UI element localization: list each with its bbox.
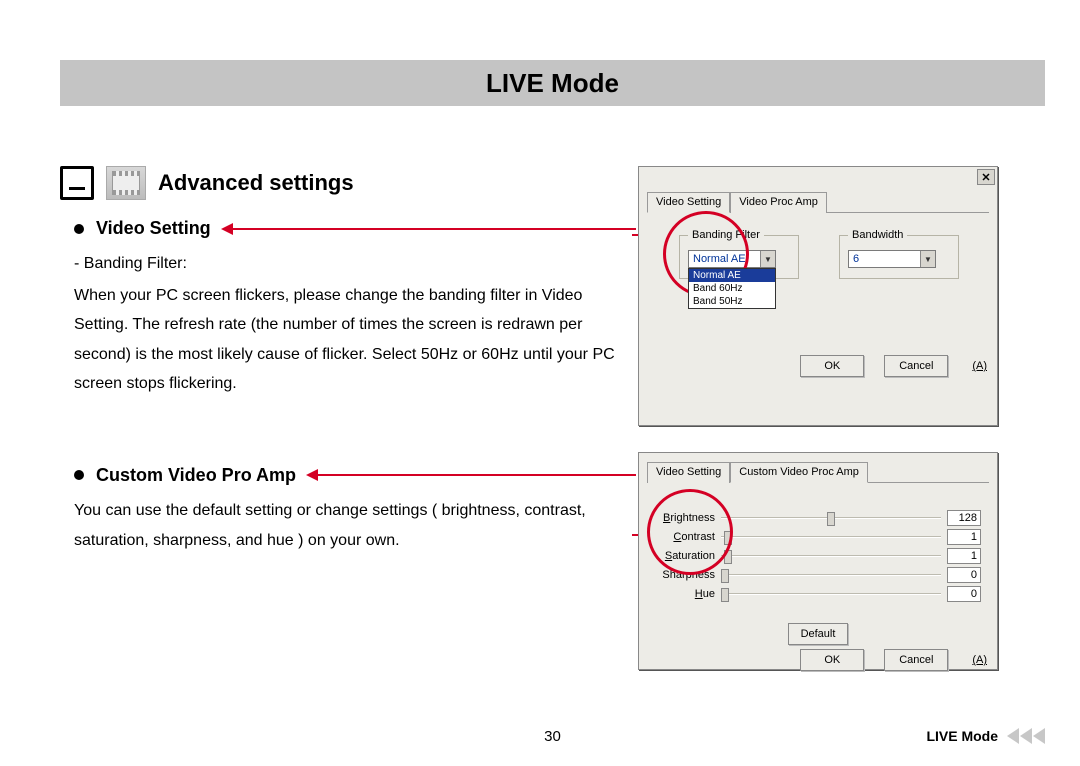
- left-column: Advanced settings Video Setting - Bandin…: [60, 166, 630, 670]
- tab-custom-proc-amp[interactable]: Custom Video Proc Amp: [730, 462, 868, 483]
- slider-value: 0: [947, 586, 981, 602]
- custom-proamp-heading: Custom Video Pro Amp: [96, 465, 296, 486]
- banding-filter-legend: Banding Filter: [688, 229, 764, 241]
- tab-video-setting[interactable]: Video Setting: [647, 192, 730, 213]
- slider-label: Saturation: [655, 550, 715, 562]
- slider-thumb[interactable]: [721, 588, 729, 602]
- slider-row-brightness: Brightness 128: [655, 510, 981, 526]
- section1-body: - Banding Filter: When your PC screen fl…: [74, 249, 630, 399]
- monitor-icon: [60, 166, 94, 200]
- slider-label: Sharpness: [655, 569, 715, 581]
- bandwidth-combo[interactable]: 6 ▼: [848, 250, 936, 268]
- banding-filter-sub: - Banding Filter:: [74, 249, 630, 279]
- slider-row-contrast: Contrast 1: [655, 529, 981, 545]
- apply-hint: (A): [972, 654, 987, 666]
- slider-value: 1: [947, 548, 981, 564]
- chevron-down-icon[interactable]: ▼: [920, 251, 935, 267]
- page-title: LIVE Mode: [486, 68, 619, 99]
- slider-track[interactable]: [721, 587, 941, 601]
- footer: 30 LIVE Mode: [60, 728, 1045, 744]
- slider-track[interactable]: [721, 549, 941, 563]
- slider-value: 1: [947, 529, 981, 545]
- slider-track[interactable]: [721, 530, 941, 544]
- footer-section: LIVE Mode: [926, 728, 998, 744]
- option-normal-ae[interactable]: Normal AE: [689, 269, 775, 282]
- banding-filter-combo[interactable]: Normal AE ▼ Normal AE Band 60Hz Band 50H…: [688, 250, 776, 268]
- banding-filter-dropdown[interactable]: Normal AE Band 60Hz Band 50Hz: [688, 268, 776, 309]
- option-band-50hz[interactable]: Band 50Hz: [689, 295, 775, 308]
- slider-thumb[interactable]: [827, 512, 835, 526]
- ok-button[interactable]: OK: [800, 355, 864, 377]
- nav-prev-icon: [1020, 728, 1032, 744]
- ok-button[interactable]: OK: [800, 649, 864, 671]
- tab-video-proc-amp[interactable]: Video Proc Amp: [730, 192, 827, 213]
- nav-prev-icon: [1007, 728, 1019, 744]
- chevron-down-icon[interactable]: ▼: [760, 251, 775, 267]
- bullet-icon: [74, 224, 84, 234]
- banding-filter-group: Banding Filter Normal AE ▼ Normal AE Ban…: [679, 235, 799, 279]
- slider-value: 0: [947, 567, 981, 583]
- slider-row-hue: Hue 0: [655, 586, 981, 602]
- cancel-button[interactable]: Cancel: [884, 649, 948, 671]
- video-setting-dialog: ✕ Video Setting Video Proc Amp Banding F…: [638, 166, 998, 426]
- slider-thumb[interactable]: [724, 550, 732, 564]
- cancel-button[interactable]: Cancel: [884, 355, 948, 377]
- video-setting-heading-row: Video Setting: [74, 218, 630, 239]
- section2-text: You can use the default setting or chang…: [74, 496, 630, 555]
- video-setting-heading: Video Setting: [96, 218, 211, 239]
- film-icon: [106, 166, 146, 200]
- banding-filter-value: Normal AE: [693, 253, 746, 265]
- custom-proamp-heading-row: Custom Video Pro Amp: [74, 465, 630, 486]
- bandwidth-value: 6: [853, 253, 859, 265]
- callout-arrow: [308, 474, 636, 476]
- slider-value: 128: [947, 510, 981, 526]
- slider-label: Brightness: [655, 512, 715, 524]
- nav-prev-icon: [1033, 728, 1045, 744]
- custom-proamp-dialog: Video Setting Custom Video Proc Amp Brig…: [638, 452, 998, 670]
- callout-arrow: [223, 228, 636, 230]
- slider-row-sharpness: Sharpness 0: [655, 567, 981, 583]
- default-button[interactable]: Default: [788, 623, 848, 645]
- bandwidth-group: Bandwidth 6 ▼: [839, 235, 959, 279]
- apply-hint: (A): [972, 360, 987, 372]
- title-bar: LIVE Mode: [60, 60, 1045, 106]
- slider-track[interactable]: [721, 511, 941, 525]
- page-number: 30: [544, 728, 561, 745]
- slider-thumb[interactable]: [724, 531, 732, 545]
- close-icon[interactable]: ✕: [977, 169, 995, 185]
- section2-body: You can use the default setting or chang…: [74, 496, 630, 555]
- tabstrip: Video Setting Video Proc Amp: [647, 191, 989, 213]
- sliders-panel: Brightness 128 Contrast 1 Saturation 1 Sharpne…: [647, 491, 989, 613]
- slider-thumb[interactable]: [721, 569, 729, 583]
- tab-video-setting[interactable]: Video Setting: [647, 462, 730, 483]
- bullet-icon: [74, 470, 84, 480]
- slider-row-saturation: Saturation 1: [655, 548, 981, 564]
- slider-label: Hue: [655, 588, 715, 600]
- option-band-60hz[interactable]: Band 60Hz: [689, 282, 775, 295]
- advanced-heading: Advanced settings: [158, 170, 354, 196]
- section1-text: When your PC screen flickers, please cha…: [74, 281, 630, 399]
- bandwidth-legend: Bandwidth: [848, 229, 907, 241]
- slider-label: Contrast: [655, 531, 715, 543]
- slider-track[interactable]: [721, 568, 941, 582]
- tabstrip: Video Setting Custom Video Proc Amp: [647, 461, 989, 483]
